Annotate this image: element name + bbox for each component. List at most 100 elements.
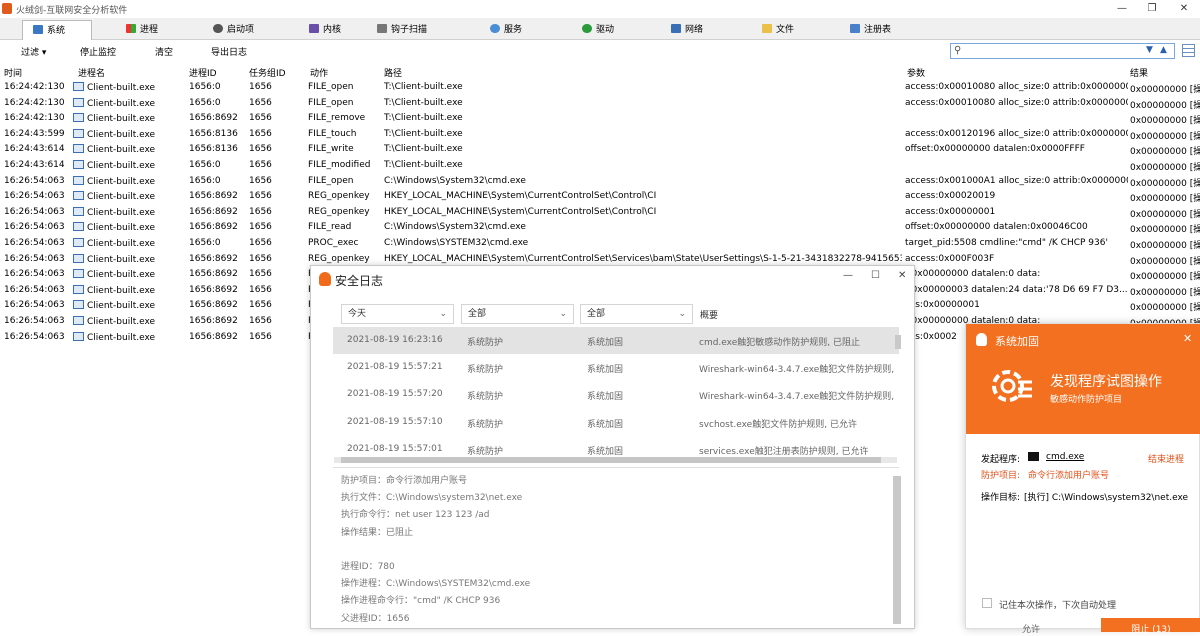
exe-icon [73,128,84,138]
export-log-button[interactable]: 导出日志 [211,45,247,58]
col-header-process[interactable]: 进程名 [78,66,105,79]
allow-button[interactable]: 允许 [981,622,1081,636]
table-row[interactable]: 16:24:43:614 Client-built.exe 1656:8136 165… [0,142,1200,158]
cell-pid: 1656:8692 [189,316,238,326]
exe-icon [73,300,84,310]
cell-result: 0x00000000 [操作 [1130,287,1200,298]
table-row[interactable]: 16:24:43:599 Client-built.exe 1656:8136 165… [0,127,1200,143]
clear-button[interactable]: 清空 [155,45,173,58]
cell-path: HKEY_LOCAL_MACHINE\System\CurrentControl… [384,253,902,264]
list-hscrollbar-thumb[interactable] [341,457,881,463]
exe-icon [73,160,84,169]
shield-gear-icon [992,370,1032,402]
tab-hook-scan[interactable]: 钩子扫描 [377,20,427,40]
subtype-filter-dropdown[interactable]: 全部 ⌄ [580,304,693,324]
tab-network[interactable]: 网络 [671,20,703,40]
exe-icon [73,284,84,294]
list-vscrollbar[interactable] [895,335,901,349]
cell-time: 16:24:43:614 [4,144,65,155]
minimize-button[interactable]: — [1110,1,1134,16]
cell-group-id: 1656 [249,113,272,124]
cell-path: T:\Client-built.exe [384,113,463,124]
kernel-icon [309,24,319,33]
table-row[interactable]: 16:26:54:063 Client-built.exe 1656:8692 165… [0,220,1200,236]
table-row[interactable]: 16:26:54:063 Client-built.exe 1656:8692 165… [0,205,1200,221]
tab-system[interactable]: 系统 [22,20,92,40]
search-box[interactable]: ⚲ ▼ ▲ [950,43,1175,59]
cell-pid: 1656:8692 [189,300,238,311]
cell-pid: 1656:8692 [189,253,238,264]
table-row[interactable]: 16:26:54:063 Client-built.exe 1656:0 1656 FI… [0,174,1200,190]
cell-params: offset:0x00000000 datalen:0x00046C00 [905,222,1088,233]
end-process-link[interactable]: 结束进程 [1148,452,1184,465]
table-row[interactable]: 16:24:42:130 Client-built.exe 1656:8692 165… [0,111,1200,127]
col-header-pid[interactable]: 进程ID [189,66,217,79]
tab-driver[interactable]: 驱动 [582,20,614,40]
col-header-group-id[interactable]: 任务组ID [249,66,286,79]
col-header-time[interactable]: 时间 [4,66,22,79]
stop-monitor-button[interactable]: 停止监控 [80,45,116,58]
block-button[interactable]: 阻止 (13) [1101,618,1200,635]
cell-process: Client-built.exe [73,128,185,140]
exe-icon [73,82,84,91]
cell-params: access:0x00120196 alloc_size:0 attrib:0x… [905,128,1128,139]
cell-pid: 1656:8692 [189,191,238,202]
remember-label: 记住本次操作，下次自动处理 [999,601,1117,611]
log-subtype: 系统加固 [587,365,624,376]
cell-params: access:0x00000001 [905,206,996,217]
cell-time: 16:26:54:063 [4,253,65,264]
cell-path: C:\Windows\SYSTEM32\cmd.exe [384,238,529,248]
table-row[interactable]: 16:26:54:063 Client-built.exe 1656:0 1656 PR… [0,236,1200,252]
search-down-button[interactable]: ▼ [1146,45,1153,55]
dialog-minimize-button[interactable]: — [843,270,853,281]
date-filter-dropdown[interactable]: 今天 ⌄ [341,304,454,324]
type-filter-dropdown[interactable]: 全部 ⌄ [461,304,574,324]
tab-service[interactable]: 服务 [490,20,522,40]
windows-flag-icon [126,24,136,33]
col-header-path[interactable]: 路径 [384,66,402,79]
cell-time: 16:26:54:063 [4,191,65,202]
cell-action: FILE_remove [308,113,366,124]
tab-registry[interactable]: 注册表 [850,20,891,40]
col-header-action[interactable]: 动作 [310,66,328,79]
tab-process[interactable]: 进程 [126,20,158,40]
cell-result: 0x00000000 [操作 [1130,147,1200,158]
detail-line: 父进程ID：1656 [341,613,410,624]
log-list-row[interactable]: 2021-08-19 15:57:20 系统防护 系统加固 Wireshark-win… [333,381,899,408]
filter-button[interactable]: 过滤 ▾ [21,45,46,58]
remember-checkbox[interactable] [982,598,992,608]
col-header-result[interactable]: 结果 [1130,66,1148,79]
log-list-row[interactable]: 2021-08-19 16:23:16 系统防护 系统加固 cmd.exe触犯敏感动作… [333,327,899,354]
maximize-button[interactable]: ❐ [1140,1,1164,16]
window-title: 火绒剑-互联网安全分析软件 [16,6,128,16]
cell-path: T:\Client-built.exe [384,144,463,155]
log-list-row[interactable]: 2021-08-19 15:57:21 系统防护 系统加固 Wireshark-win… [333,354,899,381]
cell-action: FILE_read [308,222,352,233]
list-hscrollbar-track[interactable] [334,457,897,463]
popup-close-button[interactable]: ✕ [1183,332,1192,345]
table-row[interactable]: 16:26:54:063 Client-built.exe 1656:8692 165… [0,189,1200,205]
initiator-value-link[interactable]: cmd.exe [1046,452,1084,462]
tab-file[interactable]: 文件 [762,20,794,40]
dialog-maximize-button[interactable]: ☐ [871,270,880,281]
detail-vscrollbar[interactable] [893,476,901,624]
popup-headline: 发现程序试图操作 [1050,374,1162,390]
log-list-row[interactable]: 2021-08-19 15:57:10 系统防护 系统加固 svchost.exe触犯… [333,409,899,436]
cell-time: 16:24:42:130 [4,113,65,124]
log-summary: Wireshark-win64-3.4.7.exe触犯文件防护规则, 已 [699,392,894,403]
search-up-button[interactable]: ▲ [1160,45,1167,55]
table-row[interactable]: 16:24:43:614 Client-built.exe 1656:0 1656 FI… [0,158,1200,174]
log-time: 2021-08-19 16:23:16 [347,335,443,345]
chevron-down-icon: ⌄ [678,309,686,319]
col-header-params[interactable]: 参数 [907,66,925,79]
exe-icon [73,191,84,201]
tab-kernel[interactable]: 内核 [309,20,341,40]
dialog-close-button[interactable]: ✕ [898,270,906,281]
close-button[interactable]: ✕ [1172,1,1196,16]
table-row[interactable]: 16:24:42:130 Client-built.exe 1656:0 1656 FI… [0,80,1200,96]
popup-title: 系统加固 [995,335,1039,348]
cell-params: access:0x001000A1 alloc_size:0 attrib:0x… [905,175,1128,186]
tab-startup[interactable]: 启动项 [213,20,254,40]
columns-icon[interactable] [1182,44,1195,57]
table-row[interactable]: 16:24:42:130 Client-built.exe 1656:0 1656 FI… [0,96,1200,112]
